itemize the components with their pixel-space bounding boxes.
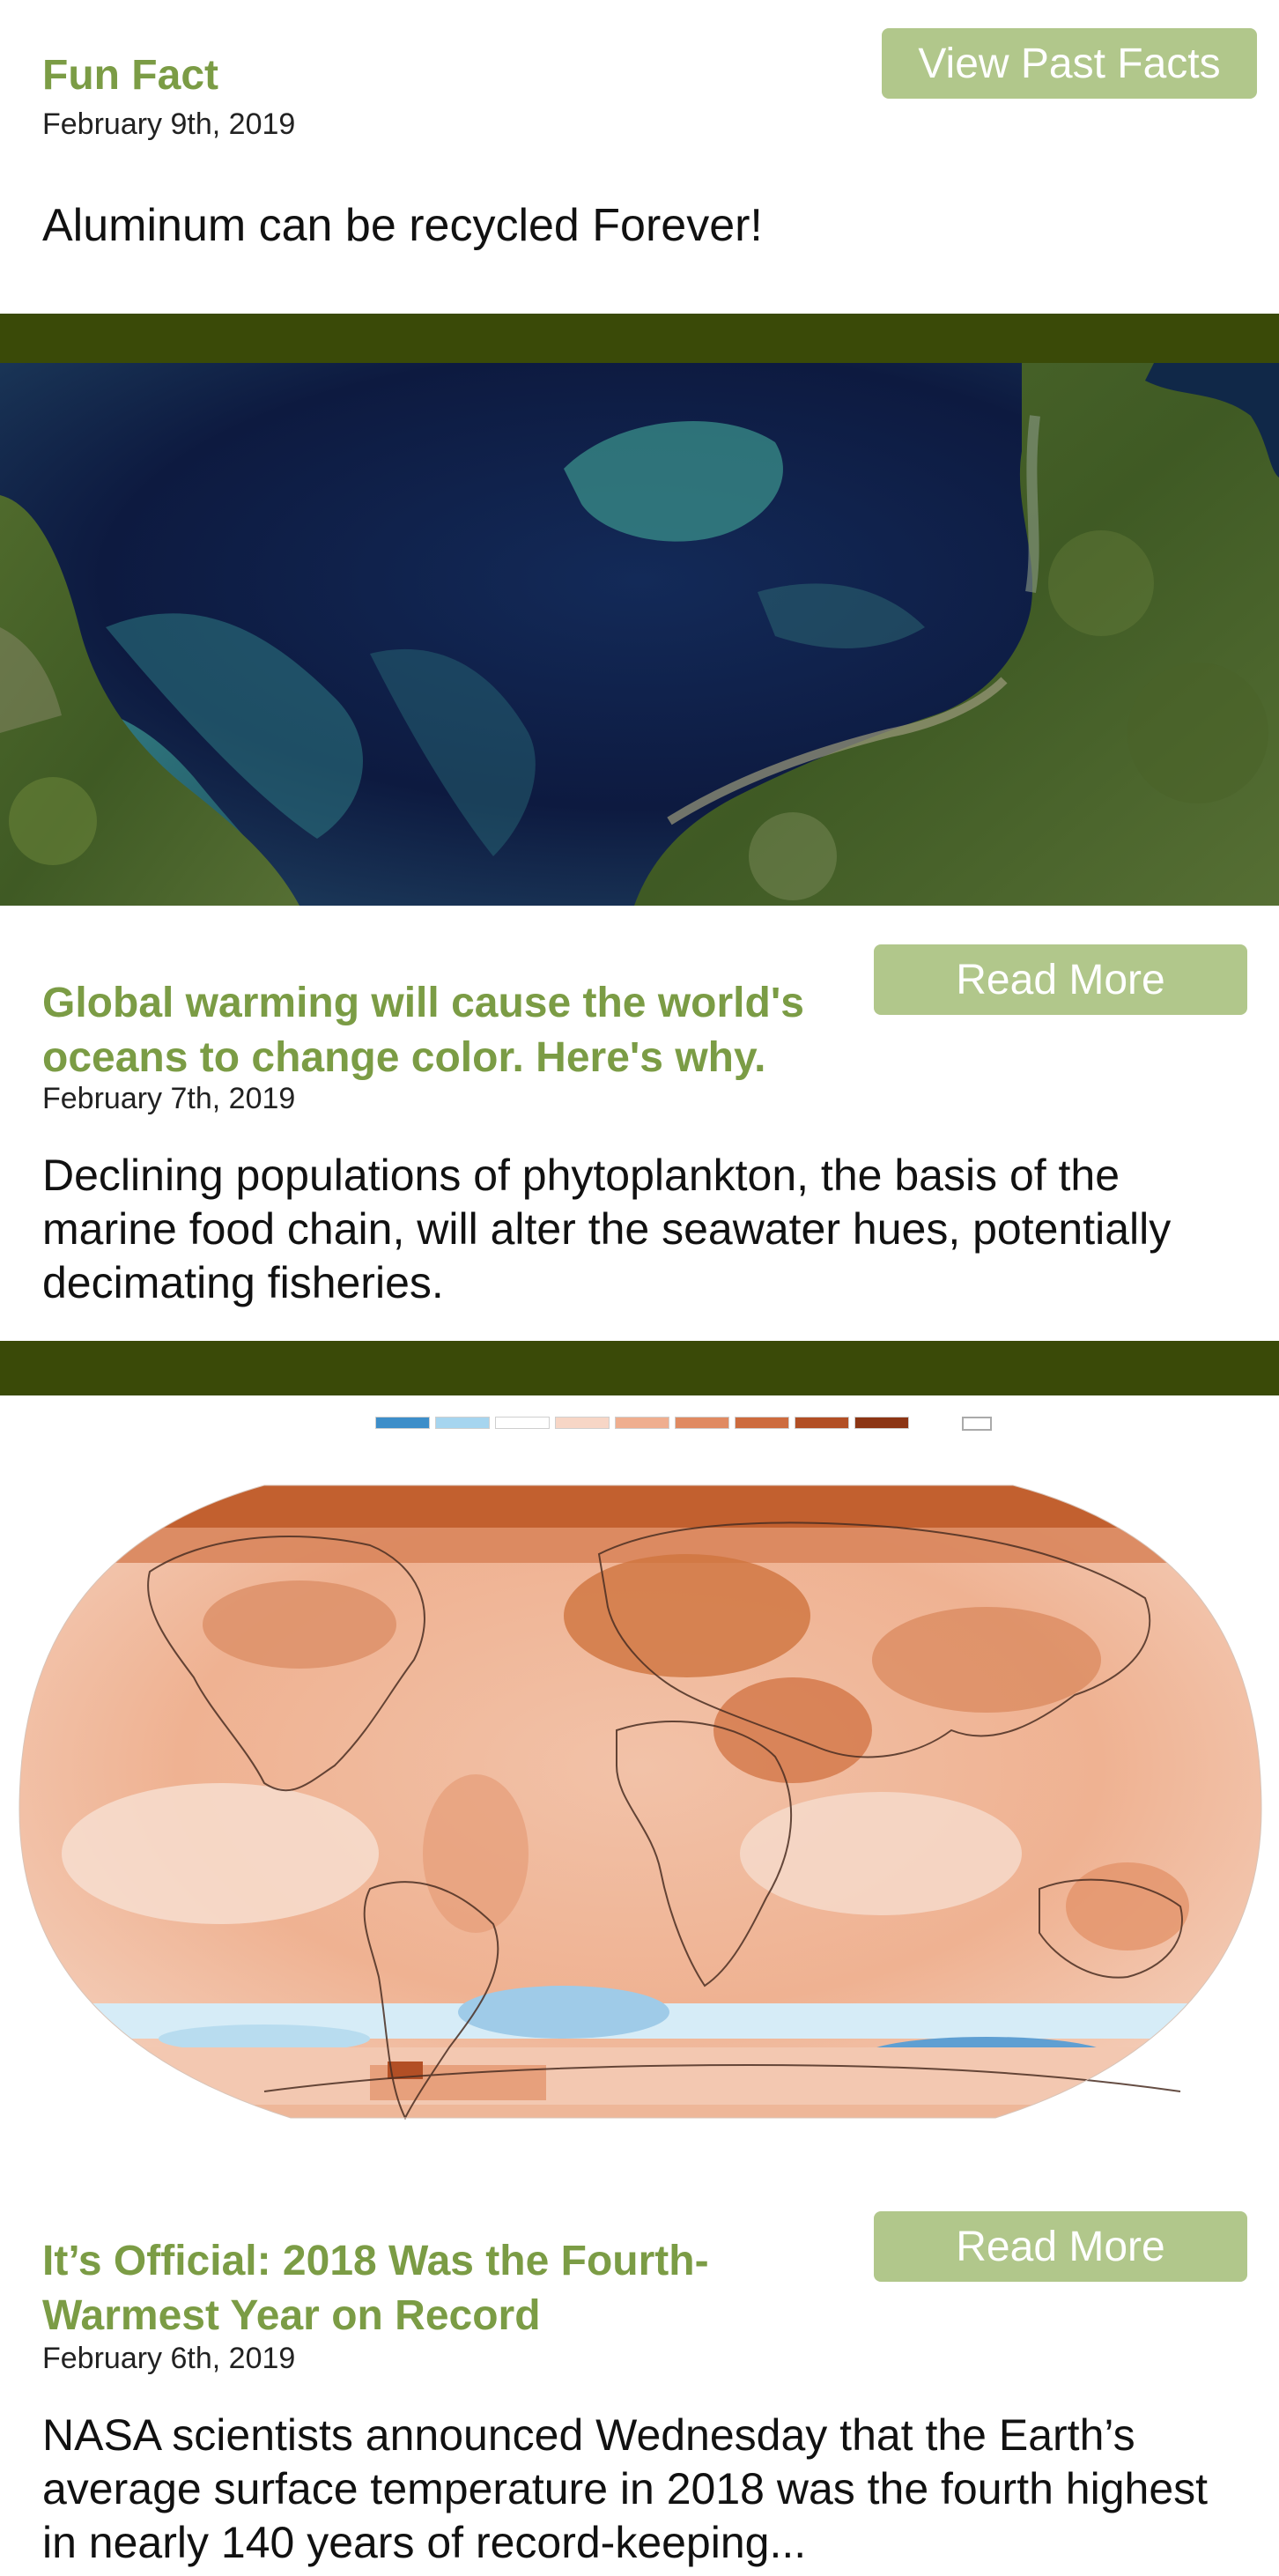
article-date: February 7th, 2019 xyxy=(42,1082,296,1115)
fun-fact-section: Fun Fact February 9th, 2019 Aluminum can… xyxy=(0,0,1279,314)
fun-fact-heading: Fun Fact xyxy=(42,52,218,99)
article-summary: NASA scientists announced Wednesday that… xyxy=(42,2410,1209,2567)
article-title[interactable]: Global warming will cause the world's oc… xyxy=(42,976,835,1085)
satellite-ocean-bloom-image xyxy=(0,363,1279,906)
view-past-facts-button[interactable]: View Past Facts xyxy=(882,28,1257,99)
section-divider xyxy=(0,1341,1279,1395)
fun-fact-date: February 9th, 2019 xyxy=(42,107,296,141)
article-summary: Declining populations of phytoplankton, … xyxy=(42,1151,1172,1307)
article-date: February 6th, 2019 xyxy=(42,2342,296,2375)
article-title[interactable]: It’s Official: 2018 Was the Fourth-Warme… xyxy=(42,2234,835,2343)
read-more-button[interactable]: Read More xyxy=(874,944,1247,1015)
article-card: It’s Official: 2018 Was the Fourth-Warme… xyxy=(0,2160,1279,2569)
global-temperature-map xyxy=(18,1484,1262,2121)
article-image-temperature-map[interactable] xyxy=(0,1395,1279,2160)
fun-fact-text: Aluminum can be recycled Forever! xyxy=(42,200,763,251)
read-more-button[interactable]: Read More xyxy=(874,2211,1247,2282)
article-image-ocean[interactable] xyxy=(0,363,1279,906)
section-divider xyxy=(0,314,1279,363)
article-card: Global warming will cause the world's oc… xyxy=(0,906,1279,1341)
